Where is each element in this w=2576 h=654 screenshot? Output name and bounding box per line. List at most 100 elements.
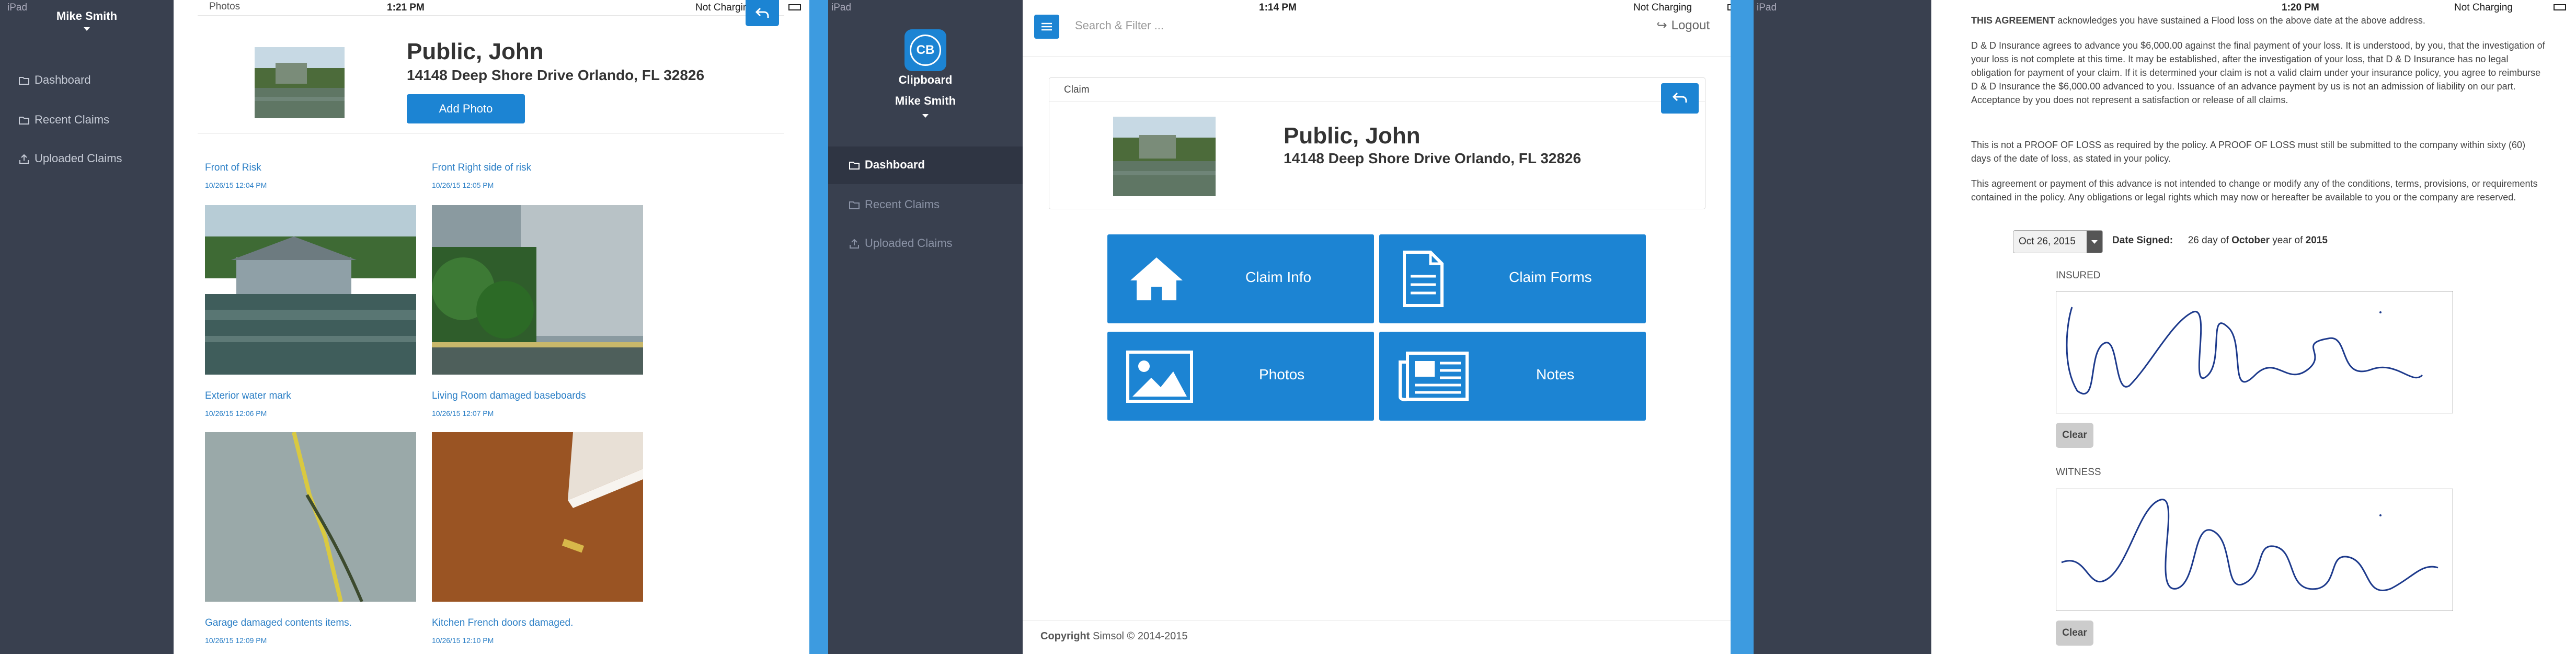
tile-photos[interactable]: Photos xyxy=(1107,332,1374,421)
battery-status: Not Charging xyxy=(2454,2,2513,13)
home-icon xyxy=(1130,257,1183,300)
user-name[interactable]: Mike Smith xyxy=(828,94,1023,108)
hamburger-icon xyxy=(1041,22,1052,31)
photo-timestamp: 10/26/15 12:07 PM xyxy=(432,409,494,418)
logout-link[interactable]: ↪ Logout xyxy=(1656,18,1710,33)
status-time: 1:20 PM xyxy=(2282,2,2319,13)
date-day: 26 xyxy=(2188,235,2199,246)
date-signed-label: Date Signed: xyxy=(2112,235,2173,246)
agreement-intro: THIS AGREEMENT acknowledges you have sus… xyxy=(1971,14,2546,27)
sidebar-item-label: Recent Claims xyxy=(35,113,110,126)
claimant-name: Public, John xyxy=(407,39,544,64)
photo-living-room-baseboards[interactable] xyxy=(432,432,643,602)
claim-card-header: Claim xyxy=(1049,78,1705,102)
sidebar-item-dashboard[interactable]: Dashboard xyxy=(849,158,925,172)
photo-caption[interactable]: Exterior water mark xyxy=(205,390,291,402)
sidebar-item-label: Uploaded Claims xyxy=(35,152,122,165)
photo-caption[interactable]: Garage damaged contents items. xyxy=(205,617,352,629)
tile-notes[interactable]: Notes xyxy=(1379,332,1646,421)
copyright-rest: Simsol © 2014-2015 xyxy=(1090,630,1188,642)
status-bar: iPad 1:14 PM Not Charging xyxy=(828,0,1754,16)
agreement-paragraph-3: This agreement or payment of this advanc… xyxy=(1971,178,2538,202)
back-button[interactable] xyxy=(746,0,779,26)
tile-label: Photos xyxy=(1259,366,1305,382)
sidebar-item-label: Dashboard xyxy=(865,158,925,171)
agreement-intro-text: acknowledges you have sustained a Flood … xyxy=(2055,15,2425,26)
battery-status: Not Charging xyxy=(1633,2,1692,13)
sidebar-item-label: Dashboard xyxy=(35,73,91,86)
upload-icon xyxy=(19,154,29,164)
insured-signature-pad[interactable] xyxy=(2056,291,2453,413)
claim-card: Claim Public, John 14148 Deep Shore Driv… xyxy=(1049,77,1705,209)
back-button[interactable] xyxy=(1661,83,1699,114)
battery-icon xyxy=(2554,4,2566,10)
tile-claim-info[interactable]: Claim Info xyxy=(1107,234,1374,323)
tile-label: Notes xyxy=(1536,366,1575,382)
photo-front-of-risk[interactable] xyxy=(205,205,416,375)
photo-timestamp: 10/26/15 12:06 PM xyxy=(205,409,267,418)
witness-signature-pad[interactable] xyxy=(2056,489,2453,611)
photo-timestamp: 10/26/15 12:05 PM xyxy=(432,181,494,189)
device-label: iPad xyxy=(831,2,852,13)
sidebar-item-uploaded-claims[interactable]: Uploaded Claims xyxy=(19,152,122,165)
clear-insured-button[interactable]: Clear xyxy=(2056,423,2093,448)
upload-icon xyxy=(850,239,859,249)
sidebar-item-recent-claims[interactable]: Recent Claims xyxy=(849,198,940,211)
chevron-down-glyph xyxy=(2091,240,2098,244)
chevron-down-icon[interactable] xyxy=(922,114,929,118)
search-input[interactable]: Search & Filter ... xyxy=(1075,19,1164,32)
claimant-name: Public, John xyxy=(1284,123,1421,149)
claim-label: Claim xyxy=(1064,84,1090,95)
photo-exterior-water-mark[interactable] xyxy=(205,432,416,602)
date-year: 2015 xyxy=(2305,235,2328,246)
app-name: Clipboard xyxy=(898,73,953,86)
photo-caption[interactable]: Living Room damaged baseboards xyxy=(432,390,586,402)
date-day-of: day of xyxy=(2202,235,2229,246)
sidebar-item-uploaded-claims[interactable]: Uploaded Claims xyxy=(849,236,953,250)
sidebar-item-recent-claims[interactable]: Recent Claims xyxy=(19,113,109,127)
folder-icon xyxy=(849,201,860,210)
folder-icon xyxy=(19,77,29,85)
insured-signature xyxy=(2066,307,2423,394)
photos-screen: Mike Smith Dashboard Recent Claims Uploa… xyxy=(0,0,809,654)
battery-icon xyxy=(788,4,801,10)
tile-claim-forms[interactable]: Claim Forms xyxy=(1379,234,1646,323)
witness-signature xyxy=(2061,499,2438,591)
agreement-paragraph-2: This is not a PROOF OF LOSS as required … xyxy=(1971,140,2526,164)
sidebar-item-dashboard[interactable]: Dashboard xyxy=(19,73,91,87)
date-signed-line: Date Signed: 26 day of October year of 2… xyxy=(2112,235,2328,246)
status-time: 1:14 PM xyxy=(1259,2,1297,13)
device-label: iPad xyxy=(1757,2,1777,13)
tile-label: Claim Info xyxy=(1245,269,1312,285)
claimant-address: 14148 Deep Shore Drive Orlando, FL 32826 xyxy=(407,67,705,83)
section-title: Photos xyxy=(209,1,241,12)
insured-label: INSURED xyxy=(2056,270,2101,281)
agreement-bold: THIS AGREEMENT xyxy=(1971,15,2055,26)
sidebar: Mike Smith Dashboard Recent Claims Uploa… xyxy=(0,0,174,654)
photo-front-right-side[interactable] xyxy=(432,205,643,375)
claim-thumbnail xyxy=(255,47,345,118)
sidebar-item-label: Uploaded Claims xyxy=(865,236,953,250)
clear-witness-button[interactable]: Clear xyxy=(2056,621,2093,646)
photo-caption[interactable]: Kitchen French doors damaged. xyxy=(432,617,573,629)
copyright-text: Copyright Simsol © 2014-2015 xyxy=(1040,630,1188,642)
witness-label: WITNESS xyxy=(2056,467,2101,478)
menu-button[interactable] xyxy=(1034,15,1059,39)
frame-divider xyxy=(809,0,828,654)
agreement-paragraph-1: D & D Insurance agrees to advance you $6… xyxy=(1971,40,2545,105)
claimant-address: 14148 Deep Shore Drive Orlando, FL 32826 xyxy=(1284,150,1582,166)
dashboard-screen: CB Clipboard Mike Smith Dashboard Recent… xyxy=(828,0,1754,654)
newspaper-icon xyxy=(1399,352,1469,401)
date-select[interactable]: Oct 26, 2015 xyxy=(2013,230,2103,253)
logo-text: CB xyxy=(910,35,941,66)
copyright-bold: Copyright xyxy=(1040,630,1090,642)
folder-icon xyxy=(19,117,29,125)
frame-edge xyxy=(1731,0,1754,654)
photo-timestamp: 10/26/15 12:10 PM xyxy=(432,636,494,645)
photo-caption[interactable]: Front of Risk xyxy=(205,162,261,174)
add-photo-button[interactable]: Add Photo xyxy=(407,94,525,123)
date-year-of: year of xyxy=(2272,235,2303,246)
date-month: October xyxy=(2231,235,2270,246)
chevron-down-icon[interactable] xyxy=(84,27,90,31)
photo-caption[interactable]: Front Right side of risk xyxy=(432,162,531,174)
